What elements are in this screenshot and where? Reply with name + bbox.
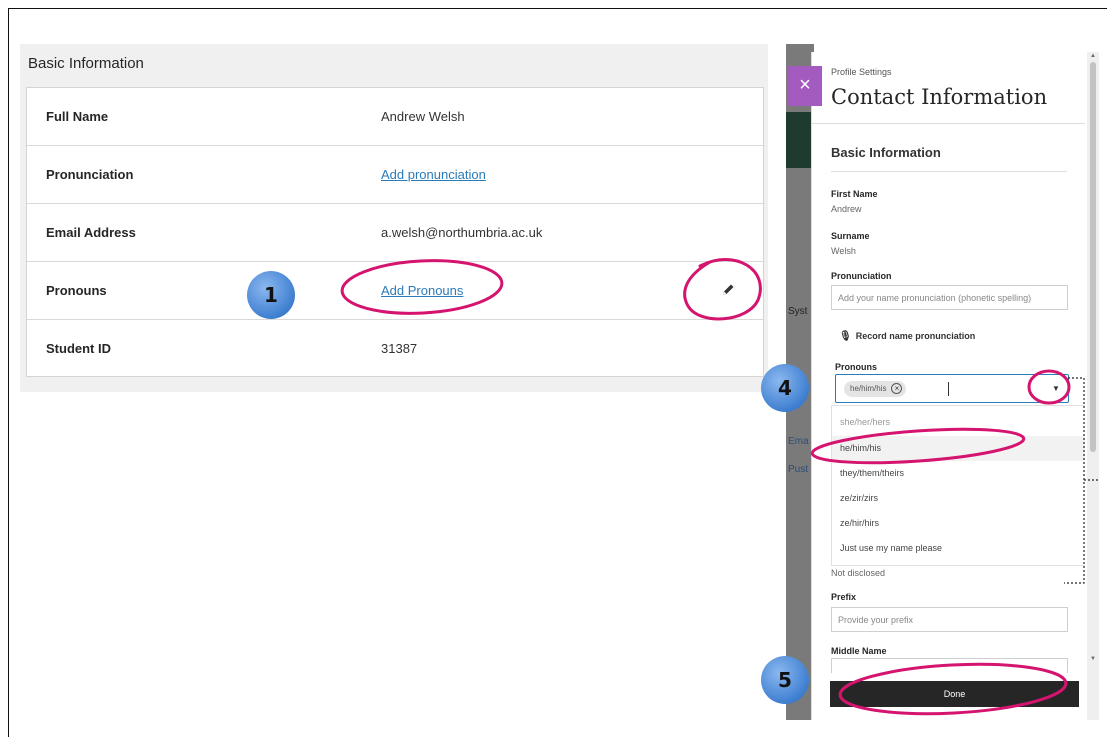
pronoun-option[interactable]: she/her/hers [832, 410, 1085, 435]
pronunciation-field-label: Pronunciation [831, 271, 892, 281]
pronoun-option[interactable]: Just use my name please [832, 536, 1085, 561]
record-label: Record name pronunciation [855, 331, 976, 341]
student-id-label: Student ID [46, 341, 111, 356]
pronouns-label: Pronouns [46, 283, 107, 298]
close-icon[interactable]: × [788, 66, 822, 106]
text-caret [948, 382, 949, 396]
section-divider [831, 171, 1067, 172]
surname-value: Welsh [831, 246, 856, 256]
microphone-icon: 🎙 [839, 331, 852, 342]
email-value: a.welsh@northumbria.ac.uk [381, 225, 543, 240]
pronunciation-input[interactable]: Add your name pronunciation (phonetic sp… [831, 285, 1068, 310]
pronoun-option-selected[interactable]: he/him/his [832, 436, 1085, 461]
pronoun-chip-label: he/him/his [850, 384, 887, 393]
drawer-section-title: Basic Information [831, 145, 941, 160]
drawer-header: Profile Settings Contact Information [812, 52, 1085, 124]
pronoun-option[interactable]: ze/zir/zirs [832, 486, 1085, 511]
remove-chip-icon[interactable]: × [891, 383, 903, 394]
basic-information-title: Basic Information [28, 55, 144, 72]
background-fragment: Syst [788, 306, 808, 317]
not-disclosed-text: Not disclosed [831, 568, 886, 578]
drawer-eyebrow: Profile Settings [831, 67, 892, 77]
background-header-bar [786, 112, 814, 168]
email-label: Email Address [46, 225, 136, 240]
pencil-icon[interactable] [719, 281, 737, 299]
chevron-down-icon[interactable]: ▼ [1048, 381, 1064, 397]
row-pronouns: Pronouns Add Pronouns [27, 262, 763, 320]
step-marker: 5 [761, 656, 809, 704]
record-pronunciation-button[interactable]: 🎙 Record name pronunciation [839, 331, 975, 342]
scrollbar-thumb[interactable] [1090, 62, 1096, 452]
row-full-name: Full Name Andrew Welsh [27, 88, 763, 146]
full-name-label: Full Name [46, 109, 109, 124]
first-name-label: First Name [831, 189, 878, 199]
middle-name-input[interactable] [831, 658, 1068, 673]
row-email: Email Address a.welsh@northumbria.ac.uk [27, 204, 763, 262]
drawer-title: Contact Information [831, 85, 1048, 109]
step-marker: 1 [247, 271, 295, 319]
pronoun-chip: he/him/his × [844, 381, 907, 397]
pronoun-option[interactable]: they/them/theirs [832, 461, 1085, 486]
scroll-down-icon[interactable]: ▼ [1090, 656, 1096, 662]
add-pronunciation-link[interactable]: Add pronunciation [381, 167, 486, 182]
middle-name-label: Middle Name [831, 646, 887, 656]
full-name-value: Andrew Welsh [381, 109, 465, 124]
done-button[interactable]: Done [830, 681, 1079, 707]
first-name-value: Andrew [831, 204, 862, 214]
prefix-label: Prefix [831, 592, 857, 602]
pronunciation-label: Pronunciation [46, 167, 134, 182]
drawer-scrollbar[interactable]: ▲ ▼ [1087, 52, 1099, 720]
basic-information-table: Full Name Andrew Welsh Pronunciation Add… [26, 87, 764, 377]
background-fragment: Ema [788, 436, 809, 447]
row-student-id: Student ID 31387 [27, 320, 763, 378]
prefix-input[interactable]: Provide your prefix [831, 607, 1068, 632]
pronoun-option[interactable]: ze/hir/hirs [832, 511, 1085, 536]
student-id-value: 31387 [381, 341, 418, 356]
contact-information-drawer: Profile Settings Contact Information Bas… [811, 52, 1085, 720]
pronouns-field-label: Pronouns [835, 362, 877, 372]
pronoun-options-list: she/her/hers he/him/his they/them/theirs… [831, 405, 1085, 566]
add-pronouns-link[interactable]: Add Pronouns [381, 283, 463, 298]
background-fragment: Pust [788, 464, 809, 475]
scroll-up-icon[interactable]: ▲ [1090, 53, 1096, 59]
step-marker: 4 [761, 364, 809, 412]
row-pronunciation: Pronunciation Add pronunciation [27, 146, 763, 204]
pronouns-input[interactable]: he/him/his × ▼ [835, 374, 1069, 403]
surname-label: Surname [831, 231, 870, 241]
